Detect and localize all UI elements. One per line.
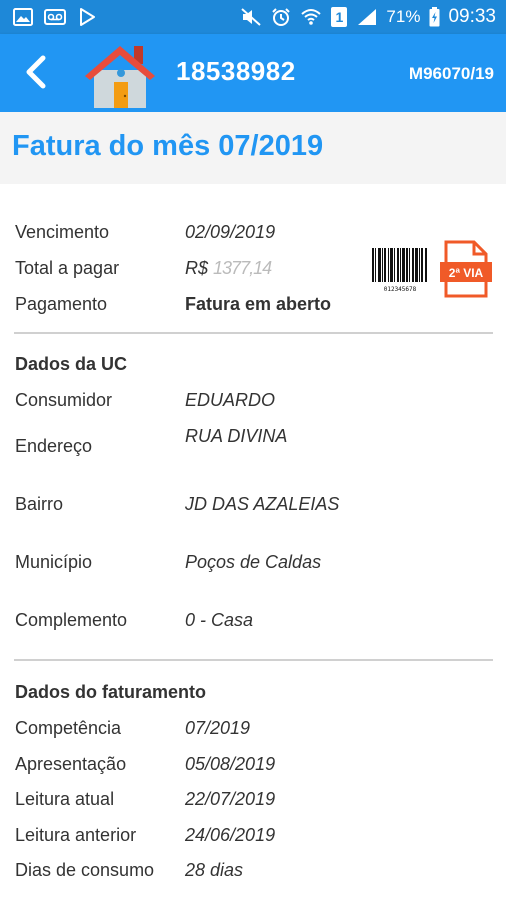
currency-symbol: R$: [185, 258, 209, 278]
clock: 09:33: [448, 6, 496, 27]
alarm-icon: [270, 8, 292, 26]
competence-label: Competência: [15, 718, 122, 738]
signal-icon: [356, 8, 378, 26]
due-date-label: Vencimento: [15, 222, 110, 242]
barcode-icon: 012345678: [370, 246, 430, 294]
previous-reading-label: Leitura anterior: [15, 825, 137, 845]
barcode-button[interactable]: 012345678: [370, 246, 430, 294]
wifi-icon: [300, 8, 322, 26]
image-icon: [12, 8, 34, 26]
consumer-value: EDUARDO: [185, 390, 276, 410]
second-copy-button[interactable]: 2ª VIA: [440, 240, 492, 298]
payment-status: Fatura em aberto: [185, 294, 332, 314]
house-icon: [82, 40, 158, 110]
back-button[interactable]: [14, 50, 58, 94]
complement-value: 0 - Casa: [185, 610, 254, 630]
consumer-label: Consumidor: [15, 390, 113, 410]
competence-value: 07/2019: [185, 718, 251, 738]
billing-section-heading: Dados do faturamento: [15, 682, 207, 702]
title-bar: Fatura do mês 07/2019: [0, 112, 506, 184]
total-amount-obscured: 1377,14: [213, 258, 272, 278]
district-value: JD DAS AZALEIAS: [185, 494, 340, 514]
voicemail-icon: [44, 8, 66, 26]
uc-section-heading: Dados da UC: [15, 354, 128, 374]
back-arrow-icon: [26, 55, 46, 89]
district-label: Bairro: [15, 494, 64, 514]
total-value: R$ 1377,14: [185, 258, 272, 279]
payment-label: Pagamento: [15, 294, 108, 314]
current-reading-value: 22/07/2019: [185, 789, 276, 809]
sim-icon: 1: [330, 7, 348, 27]
address-label: Endereço: [15, 436, 93, 456]
uc-number: 18538982: [176, 56, 296, 86]
pdf-document-icon: 2ª VIA: [440, 240, 492, 298]
address-value: RUA DIVINA: [185, 426, 288, 446]
status-bar: 1 71% 09:33: [0, 0, 506, 34]
city-value: Poços de Caldas: [185, 552, 322, 572]
presentation-label: Apresentação: [15, 754, 127, 774]
total-label: Total a pagar: [15, 258, 120, 278]
app-bar: 18538982 M96070/19: [0, 34, 506, 112]
consumption-days-value: 28 dias: [185, 860, 244, 880]
consumption-days-label: Dias de consumo: [15, 860, 155, 880]
previous-reading-value: 24/06/2019: [185, 825, 276, 845]
battery-percent: 71%: [386, 7, 421, 26]
current-reading-label: Leitura atual: [15, 789, 115, 809]
play-store-icon: [76, 8, 98, 26]
presentation-value: 05/08/2019: [185, 754, 276, 774]
invoice-reference: M96070/19: [408, 64, 494, 83]
sim-slot-label: 1: [331, 7, 348, 27]
battery-icon: [428, 7, 440, 27]
mute-icon: [240, 8, 262, 26]
second-copy-label: 2ª VIA: [449, 266, 484, 280]
due-date-value: 02/09/2019: [185, 222, 276, 242]
barcode-number: 012345678: [384, 286, 417, 293]
divider: [14, 332, 493, 334]
divider: [14, 659, 493, 661]
page-title: Fatura do mês 07/2019: [12, 130, 324, 162]
complement-label: Complemento: [15, 610, 128, 630]
city-label: Município: [15, 552, 93, 572]
